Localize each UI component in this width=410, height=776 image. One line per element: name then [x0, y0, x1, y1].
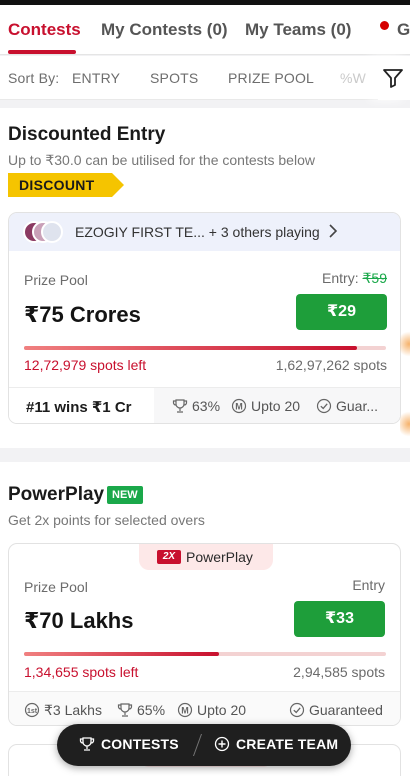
- sort-bar: Sort By: ENTRY SPOTS PRIZE POOL %W: [0, 56, 410, 100]
- pill-divider: [192, 734, 203, 756]
- first-prize: 1st ₹3 Lakhs: [24, 702, 102, 719]
- guarantee: Guaranteed: [289, 702, 383, 718]
- section-title: PowerPlay: [8, 484, 105, 505]
- contests-button[interactable]: CONTESTS: [79, 736, 179, 752]
- win-percent-value: 63%: [192, 398, 221, 414]
- contests-label: CONTESTS: [101, 736, 179, 752]
- trophy-icon: [172, 399, 188, 413]
- win-percent: 65%: [117, 702, 165, 718]
- spots-progress-fill: [24, 652, 220, 656]
- spots-left: 1,34,655 spots left: [24, 664, 139, 680]
- edge-glow: [400, 330, 410, 358]
- sort-win-percent[interactable]: %W: [340, 70, 366, 86]
- first-prize-value: ₹3 Lakhs: [44, 702, 102, 718]
- join-button[interactable]: ₹33: [294, 601, 385, 637]
- edge-glow: [400, 410, 410, 438]
- section-subtitle: Get 2x points for selected overs: [8, 512, 205, 528]
- win-percent: 63%: [172, 398, 220, 414]
- spots-progress-fill: [24, 346, 358, 350]
- powerplay-logo: 2X: [157, 550, 181, 564]
- spots-left: 12,72,979 spots left: [24, 357, 147, 373]
- entry-label-text: Entry:: [322, 270, 359, 286]
- max-entries: M Upto 20: [231, 398, 300, 414]
- first-place-icon: 1st: [24, 702, 40, 718]
- check-circle-icon: [289, 702, 305, 718]
- discount-tag: DISCOUNT: [8, 173, 124, 197]
- chevron-right-icon: [328, 223, 338, 244]
- create-team-label: CREATE TEAM: [236, 736, 339, 752]
- prize-pool-amount: ₹70 Lakhs: [24, 608, 134, 633]
- max-entries: M Upto 20: [177, 702, 246, 718]
- contest-card-discounted[interactable]: EZOGIY FIRST TE... + 3 others playing Pr…: [8, 212, 401, 424]
- contest-card-powerplay[interactable]: 2X PowerPlay Prize Pool ₹70 Lakhs Entry …: [8, 543, 401, 726]
- max-entries-value: Upto 20: [251, 398, 301, 414]
- avatar: [41, 221, 63, 243]
- original-entry-fee: ₹59: [362, 270, 387, 286]
- trophy-icon: [117, 703, 133, 717]
- prize-pool-amount: ₹75 Crores: [24, 302, 141, 327]
- sort-by-label: Sort By:: [8, 70, 60, 86]
- create-team-button[interactable]: CREATE TEAM: [214, 736, 338, 752]
- active-tab-indicator: [8, 50, 76, 54]
- check-circle-icon: [316, 398, 332, 414]
- join-button[interactable]: ₹29: [296, 294, 387, 330]
- discount-tag-label: DISCOUNT: [19, 177, 95, 193]
- trophy-icon: [79, 737, 95, 751]
- max-entries-value: Upto 20: [197, 702, 247, 718]
- tab-gr[interactable]: Gr: [397, 20, 410, 40]
- svg-text:M: M: [181, 706, 189, 716]
- sort-prize-pool[interactable]: PRIZE POOL: [228, 70, 314, 86]
- sort-spots[interactable]: SPOTS: [150, 70, 198, 86]
- notification-dot: [380, 21, 389, 30]
- svg-text:1st: 1st: [27, 708, 38, 715]
- total-spots: 1,62,97,262 spots: [275, 357, 387, 373]
- guarantee-value: Guar...: [336, 398, 379, 414]
- tab-contests[interactable]: Contests: [8, 20, 81, 40]
- svg-text:M: M: [235, 402, 243, 412]
- guarantee: Guar...: [316, 398, 378, 414]
- plus-circle-icon: [214, 736, 230, 752]
- filter-icon: [383, 69, 403, 88]
- card-footer: #11 wins ₹1 Cr 63% M Upto 20 Guar...: [9, 387, 400, 423]
- bottom-action-pill: CONTESTS CREATE TEAM: [57, 724, 351, 766]
- spots-progress: [24, 652, 386, 656]
- multi-entry-icon: M: [231, 398, 247, 414]
- players-strip[interactable]: EZOGIY FIRST TE... + 3 others playing: [9, 213, 400, 251]
- section-subtitle: Up to ₹30.0 can be utilised for the cont…: [8, 152, 315, 168]
- tab-my-contests[interactable]: My Contests (0): [101, 20, 228, 40]
- contest-tabs: Contests My Contests (0) My Teams (0) Gr: [0, 5, 410, 55]
- new-badge: NEW: [107, 486, 143, 504]
- tab-my-teams[interactable]: My Teams (0): [245, 20, 351, 40]
- sort-entry[interactable]: ENTRY: [72, 70, 120, 86]
- first-prize-text: #11 wins ₹1 Cr: [26, 399, 132, 416]
- player-avatars: [23, 221, 63, 243]
- win-percent-value: 65%: [137, 702, 166, 718]
- card-footer: 1st ₹3 Lakhs 65% M Upto 20 Guaranteed: [9, 691, 400, 725]
- total-spots: 2,94,585 spots: [293, 664, 385, 680]
- powerplay-ribbon-text: PowerPlay: [186, 549, 253, 565]
- prize-pool-label: Prize Pool: [24, 272, 88, 288]
- powerplay-ribbon: 2X PowerPlay: [139, 544, 273, 570]
- section-title: Discounted Entry: [8, 124, 166, 145]
- prize-pool-label: Prize Pool: [24, 579, 88, 595]
- guarantee-value: Guaranteed: [309, 702, 383, 718]
- entry-fee-label: Entry: [352, 577, 385, 593]
- filter-button[interactable]: [378, 56, 410, 100]
- multi-entry-icon: M: [177, 702, 193, 718]
- players-text: EZOGIY FIRST TE... + 3 others playing: [75, 224, 320, 240]
- spots-progress: [24, 346, 386, 350]
- first-prize: #11 wins ₹1 Cr: [9, 388, 154, 423]
- entry-fee-label: Entry: ₹59: [322, 270, 387, 287]
